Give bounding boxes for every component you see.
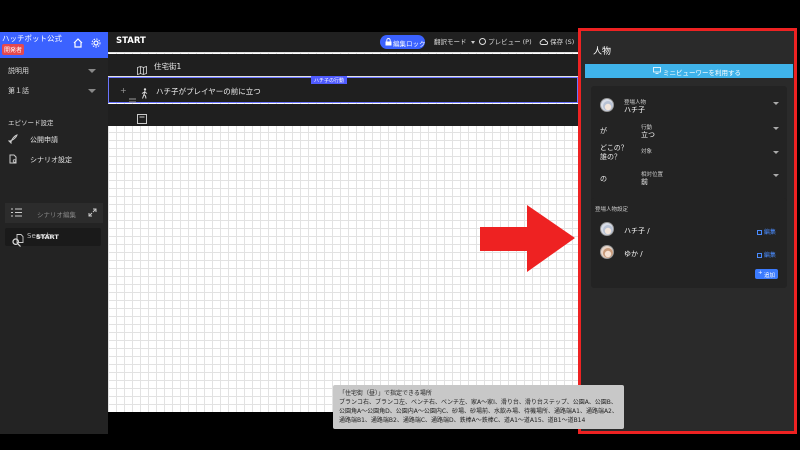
row-text: ハチ子がプレイヤーの前に立つ xyxy=(156,87,261,96)
translate-mode-button[interactable]: 翻訳モード xyxy=(434,36,475,46)
chevron-down-icon xyxy=(88,69,96,73)
app-window: ハッチポット公式 開発者 説明用 第１話 エピソード設定 公開申請 シナリオ設定… xyxy=(0,0,800,450)
character-name: ハチ子 / xyxy=(624,227,650,235)
mini-viewer-button[interactable]: ミニビューワーを利用する xyxy=(585,64,793,78)
scene-item-label: START xyxy=(36,233,59,241)
scene-item-start[interactable]: START xyxy=(16,232,108,246)
monitor-icon xyxy=(653,67,661,76)
preview-button[interactable]: プレビュー (P) xyxy=(479,36,532,46)
target-field-label: 対象 xyxy=(641,149,653,155)
chevron-down-icon xyxy=(88,89,96,93)
brand-header[interactable]: ハッチポット公式 開発者 xyxy=(0,32,108,58)
add-character-button[interactable]: + 追加 xyxy=(755,269,778,279)
scenario-row-location[interactable]: 住宅街1 xyxy=(108,54,578,76)
document-icon xyxy=(16,234,26,244)
add-label: 追加 xyxy=(764,273,776,279)
home-icon[interactable] xyxy=(72,38,84,50)
brand-title: ハッチポット公式 xyxy=(2,34,62,43)
add-row-icon[interactable]: + xyxy=(120,86,127,95)
avatar xyxy=(600,245,614,259)
edit-icon xyxy=(757,229,762,235)
relative-position-value[interactable]: 前 xyxy=(641,177,648,187)
sidebar-item-scenario-edit[interactable]: シナリオ編集 xyxy=(5,203,103,223)
document-gear-icon xyxy=(8,154,18,164)
walking-person-icon xyxy=(140,84,149,103)
tooltip-body: ブランコ右、ブランコ左、ベンチ右、ベンチ左、家A〜家I、滑り台、滑り台ステップ、… xyxy=(339,399,618,424)
episode-select-value: 第１話 xyxy=(8,87,29,95)
edit-icon xyxy=(757,252,762,258)
tooltip-title: 「住宅街（昼）」で指定できる場所 xyxy=(339,390,432,397)
expand-icon[interactable] xyxy=(88,208,97,219)
sidebar-item-scenario-settings[interactable]: シナリオ設定 xyxy=(8,153,100,167)
chevron-down-icon xyxy=(470,40,475,44)
mini-viewer-label: ミニビューワーを利用する xyxy=(663,69,741,77)
character-panel: 人物 ミニビューワーを利用する 登場人物 ハチ子 が 行動 立つ どこの？ 誰の… xyxy=(581,28,796,433)
sidebar-item-label: 公開申請 xyxy=(30,136,58,144)
character-field-value[interactable]: ハチ子 xyxy=(624,105,645,115)
chevron-down-icon[interactable] xyxy=(773,127,779,130)
red-arrow xyxy=(480,205,575,276)
save-button[interactable]: 保存 (S) xyxy=(539,36,574,46)
edit-character-button[interactable]: 編集 xyxy=(757,227,776,236)
gear-icon[interactable] xyxy=(90,38,102,50)
particle-no: の xyxy=(600,175,607,183)
avatar xyxy=(600,222,614,236)
avatar xyxy=(600,98,614,112)
row-text: 住宅街1 xyxy=(154,62,182,71)
character-settings-card: 登場人物設定 ハチ子 / 編集 ゆか / 編集 + 追加 xyxy=(591,198,787,288)
translate-mode-label: 翻訳モード xyxy=(434,38,467,46)
page-title: START xyxy=(116,36,146,46)
plus-icon: + xyxy=(758,270,763,276)
scenario-row-action[interactable]: ハチ子の行動 + ハチ子がプレイヤーの前に立つ xyxy=(108,76,578,103)
edit-label: 編集 xyxy=(763,229,776,236)
row-tag: ハチ子の行動 xyxy=(311,76,348,84)
edit-label: 編集 xyxy=(763,252,776,259)
list-icon xyxy=(11,208,22,219)
particle-ga: が xyxy=(600,127,607,135)
locations-tooltip: 「住宅街（昼）」で指定できる場所 ブランコ右、ブランコ左、ベンチ右、ベンチ左、家… xyxy=(333,385,624,429)
cloud-icon xyxy=(539,38,550,46)
character-name: ゆか / xyxy=(624,250,643,258)
action-field-value[interactable]: 立つ xyxy=(641,130,655,140)
sidebar-item-publish[interactable]: 公開申請 xyxy=(7,133,100,147)
save-label: 保存 (S) xyxy=(550,38,575,46)
episode-select[interactable]: 第１話 xyxy=(8,86,100,100)
chevron-down-icon[interactable] xyxy=(773,151,779,154)
scenario-row-empty[interactable] xyxy=(108,104,578,126)
edit-lock-label: 編集ロック xyxy=(393,40,426,48)
chevron-down-icon[interactable] xyxy=(773,174,779,177)
preview-label: プレビュー (P) xyxy=(488,38,532,46)
edit-character-button[interactable]: 編集 xyxy=(757,250,776,259)
question-label: どこの？ 誰の？ xyxy=(600,144,628,161)
textbox-icon xyxy=(137,109,147,128)
sidebar-item-label: シナリオ編集 xyxy=(37,211,76,219)
editor-header: START 編集ロック 翻訳モード プレビュー (P) 保存 (S) xyxy=(108,32,578,52)
chevron-down-icon[interactable] xyxy=(773,102,779,105)
project-select-value: 説明用 xyxy=(8,67,29,75)
episode-settings-label: エピソード設定 xyxy=(8,119,54,127)
panel-title: 人物 xyxy=(593,47,612,57)
edit-lock-button[interactable]: 編集ロック xyxy=(380,35,426,49)
lock-icon xyxy=(385,38,392,48)
rocket-icon xyxy=(7,134,18,145)
project-select[interactable]: 説明用 xyxy=(8,66,100,80)
sidebar: ハッチポット公式 開発者 説明用 第１話 エピソード設定 公開申請 シナリオ設定… xyxy=(0,32,108,434)
sidebar-item-label: シナリオ設定 xyxy=(30,156,72,164)
play-circle-icon xyxy=(479,38,486,45)
character-settings-title: 登場人物設定 xyxy=(595,207,629,213)
developer-badge: 開発者 xyxy=(2,44,25,55)
